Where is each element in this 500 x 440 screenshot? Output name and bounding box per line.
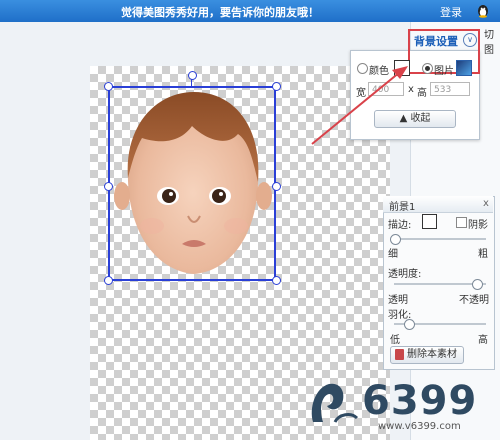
- shadow-label: 阴影: [468, 220, 488, 231]
- opacity-label: 透明度:: [388, 269, 422, 280]
- tab-cutout[interactable]: 切图: [484, 26, 500, 56]
- times-sign: x: [408, 84, 414, 95]
- stroke-label: 描边:: [388, 220, 412, 231]
- stroke-width-slider[interactable]: [390, 234, 401, 245]
- resize-handle-top-right[interactable]: [272, 82, 281, 91]
- feather-high-label: 高: [478, 335, 488, 346]
- color-radio[interactable]: [357, 63, 368, 74]
- color-swatch[interactable]: [394, 60, 410, 76]
- qq-penguin-icon[interactable]: [476, 3, 490, 18]
- height-input[interactable]: 533: [430, 82, 470, 96]
- resize-handle-bottom-left[interactable]: [104, 276, 113, 285]
- image-radio[interactable]: [422, 63, 433, 74]
- width-label: 宽: [356, 88, 366, 99]
- rotate-handle[interactable]: [188, 71, 197, 80]
- thin-label: 细: [388, 249, 398, 260]
- trash-icon: [395, 349, 404, 360]
- feather-slider[interactable]: [404, 319, 415, 330]
- color-label: 颜色: [369, 66, 389, 77]
- foreground-panel-title: 前景1: [383, 196, 493, 213]
- promo-message[interactable]: 觉得美图秀秀好用，要告诉你的朋友哦！: [0, 4, 440, 20]
- watermark-brand: 6399: [362, 378, 478, 424]
- collapse-label: 收起: [410, 113, 431, 124]
- selection-box[interactable]: [108, 86, 276, 281]
- feather-low-label: 低: [390, 335, 400, 346]
- stroke-width-track[interactable]: [394, 238, 486, 240]
- collapse-button[interactable]: ▲ 收起: [374, 110, 456, 128]
- stroke-color-swatch[interactable]: [422, 214, 437, 229]
- width-input[interactable]: 400: [368, 82, 404, 96]
- opacity-min-label: 透明: [388, 295, 408, 306]
- resize-handle-bottom-right[interactable]: [272, 276, 281, 285]
- image-label: 图片: [434, 66, 454, 77]
- foreground-title: 前景1: [389, 202, 416, 213]
- close-icon[interactable]: x: [483, 198, 489, 209]
- picture-icon[interactable]: [456, 60, 472, 76]
- resize-handle-top-left[interactable]: [104, 82, 113, 91]
- collapse-icon: ▲: [399, 113, 411, 124]
- delete-label: 删除本素材: [407, 349, 457, 360]
- resize-handle-right[interactable]: [272, 182, 281, 191]
- resize-handle-left[interactable]: [104, 182, 113, 191]
- top-banner: 觉得美图秀秀好用，要告诉你的朋友哦！ 登录: [0, 0, 500, 22]
- opacity-slider[interactable]: [472, 279, 483, 290]
- opacity-max-label: 不透明: [459, 295, 489, 306]
- thick-label: 粗: [478, 249, 488, 260]
- background-settings-title[interactable]: 背景设置: [414, 33, 458, 49]
- shadow-checkbox[interactable]: [456, 217, 467, 228]
- chevron-down-icon[interactable]: ∨: [463, 33, 477, 47]
- login-link[interactable]: 登录: [440, 4, 462, 20]
- height-label: 高: [417, 88, 427, 99]
- watermark-url: www.v6399.com: [378, 421, 461, 432]
